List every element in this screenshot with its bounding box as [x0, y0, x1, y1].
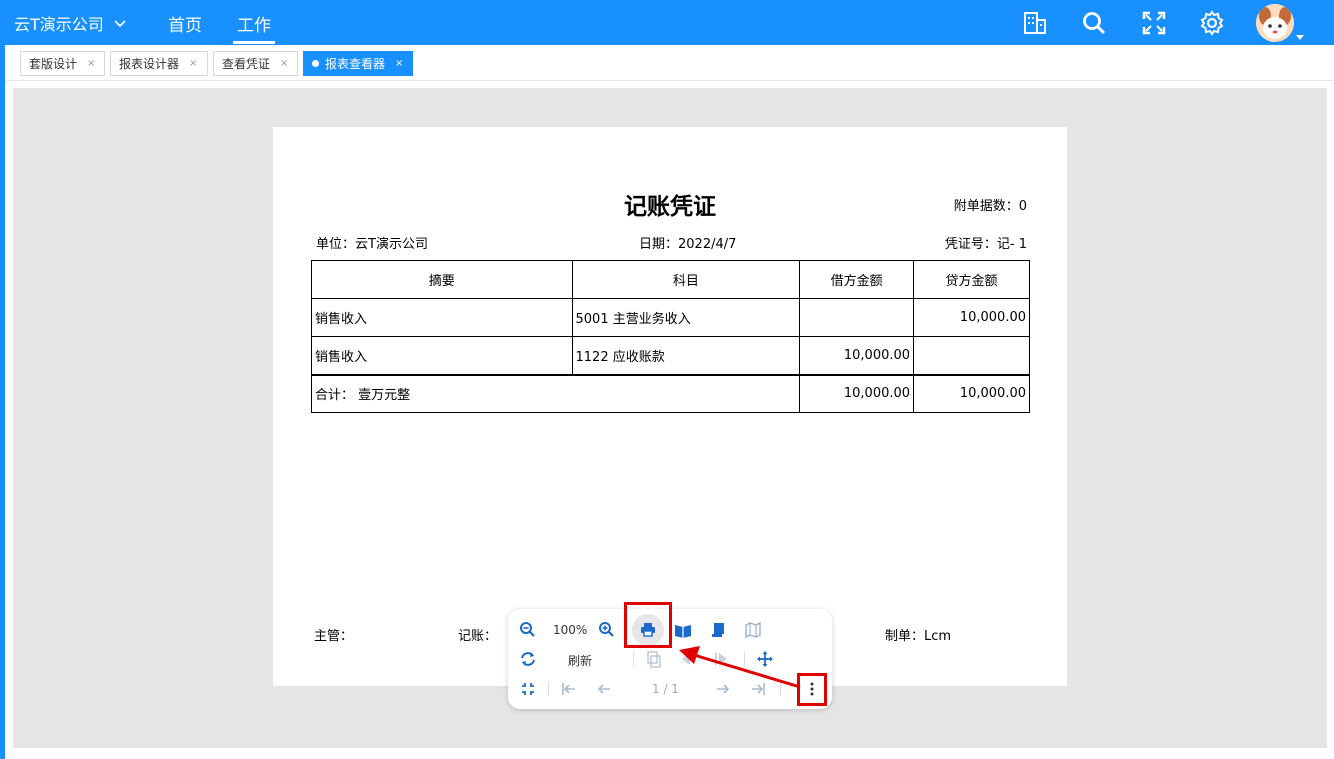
zoom-out-icon[interactable] [516, 618, 540, 642]
tab-view-voucher[interactable]: 查看凭证 × [213, 51, 298, 76]
cell-account: 1122 应收账款 [571, 336, 801, 375]
tab-report-designer[interactable]: 报表设计器 × [110, 51, 208, 76]
active-dot-icon [312, 60, 319, 67]
zoom-level[interactable]: 100% [553, 623, 587, 637]
signature-bookkeeper: 记账： [458, 629, 498, 644]
signature-preparer: 制单：Lcm [885, 629, 952, 644]
tab-report-viewer[interactable]: 报表查看器 × [303, 51, 413, 76]
signature-supervisor: 主管： [314, 629, 354, 644]
close-icon[interactable]: × [395, 58, 403, 69]
column-header-summary: 摘要 [311, 260, 573, 299]
highlight-box-more [797, 673, 827, 706]
toolbar-divider [744, 652, 745, 666]
voucher-table: 摘要 科目 借方金额 贷方金额 销售收入 5001 主营业务收入 10,000.… [310, 260, 1030, 413]
attachment-count: 附单据数：0 [953, 199, 1027, 214]
previous-page-icon[interactable] [592, 677, 616, 701]
avatar-image [1256, 4, 1294, 42]
cell-credit [913, 336, 1030, 375]
top-navigation-bar: 云T演示公司 首页 工作 [0, 0, 1334, 45]
table-header-row: 摘要 科目 借方金额 贷方金额 [311, 260, 1030, 299]
table-row: 销售收入 5001 主营业务收入 10,000.00 [311, 298, 1030, 337]
next-page-icon[interactable] [711, 677, 735, 701]
tab-label: 查看凭证 [222, 57, 271, 71]
voucher-unit: 单位：云T演示公司 [316, 237, 428, 252]
voucher-title: 记账凭证 [624, 194, 716, 220]
play-next-icon[interactable] [709, 647, 733, 671]
zoom-in-icon[interactable] [595, 618, 619, 642]
nav-work[interactable]: 工作 [237, 11, 271, 36]
building-icon[interactable] [1022, 10, 1048, 36]
voucher-date: 日期：2022/4/7 [639, 237, 737, 252]
map-icon[interactable] [741, 618, 765, 642]
search-icon[interactable] [1081, 10, 1107, 36]
toolbar-divider [633, 652, 634, 666]
close-icon[interactable]: × [189, 58, 197, 69]
avatar[interactable] [1256, 4, 1294, 42]
column-header-credit: 贷方金额 [913, 260, 1030, 299]
tab-bar: 套版设计 × 报表设计器 × 查看凭证 × 报表查看器 × [5, 45, 1334, 81]
highlight-box-print [624, 602, 672, 648]
voucher-number: 凭证号：记- 1 [944, 237, 1027, 252]
cell-account: 5001 主营业务收入 [571, 298, 801, 337]
cell-debit [799, 298, 915, 337]
toolbar-divider [780, 682, 781, 696]
toolbar-divider [548, 682, 549, 696]
column-header-account: 科目 [571, 260, 801, 299]
cell-summary: 销售收入 [311, 298, 573, 337]
table-row: 销售收入 1122 应收账款 10,000.00 [311, 336, 1030, 375]
cell-debit: 10,000.00 [799, 336, 915, 375]
left-accent-bar [0, 45, 5, 759]
page-indicator: 1 / 1 [652, 682, 679, 696]
gear-icon[interactable] [1199, 10, 1225, 36]
cell-summary: 销售收入 [311, 336, 573, 375]
nav-home[interactable]: 首页 [168, 11, 202, 36]
play-back-icon[interactable] [674, 647, 698, 671]
chevron-down-icon [114, 20, 126, 28]
tab-label: 套版设计 [29, 57, 78, 71]
tab-label: 报表设计器 [119, 57, 180, 71]
company-name: 云T演示公司 [14, 15, 104, 34]
column-header-debit: 借方金额 [799, 260, 915, 299]
refresh-icon[interactable] [516, 647, 540, 671]
nav-active-indicator [233, 41, 275, 44]
company-switcher[interactable]: 云T演示公司 [14, 11, 128, 35]
tab-template-design[interactable]: 套版设计 × [20, 51, 105, 76]
cell-total-label: 合计： 壹万元整 [310, 373, 801, 413]
tab-label: 报表查看器 [325, 57, 386, 71]
open-book-icon[interactable] [671, 618, 695, 642]
fullscreen-icon[interactable] [1141, 10, 1167, 36]
collapse-icon[interactable] [516, 677, 540, 701]
scroll-document-icon[interactable] [706, 618, 730, 642]
copy-icon[interactable] [642, 647, 666, 671]
last-page-icon[interactable] [746, 677, 770, 701]
first-page-icon[interactable] [557, 677, 581, 701]
move-icon[interactable] [753, 647, 777, 671]
cell-total-debit: 10,000.00 [799, 373, 915, 413]
avatar-caret-icon[interactable] [1296, 35, 1304, 40]
refresh-button[interactable]: 刷新 [568, 652, 592, 669]
cell-total-credit: 10,000.00 [913, 373, 1030, 413]
close-icon[interactable]: × [87, 58, 95, 69]
total-row: 合计： 壹万元整 10,000.00 10,000.00 [310, 373, 1030, 413]
close-icon[interactable]: × [280, 58, 288, 69]
cell-credit: 10,000.00 [913, 298, 1030, 337]
